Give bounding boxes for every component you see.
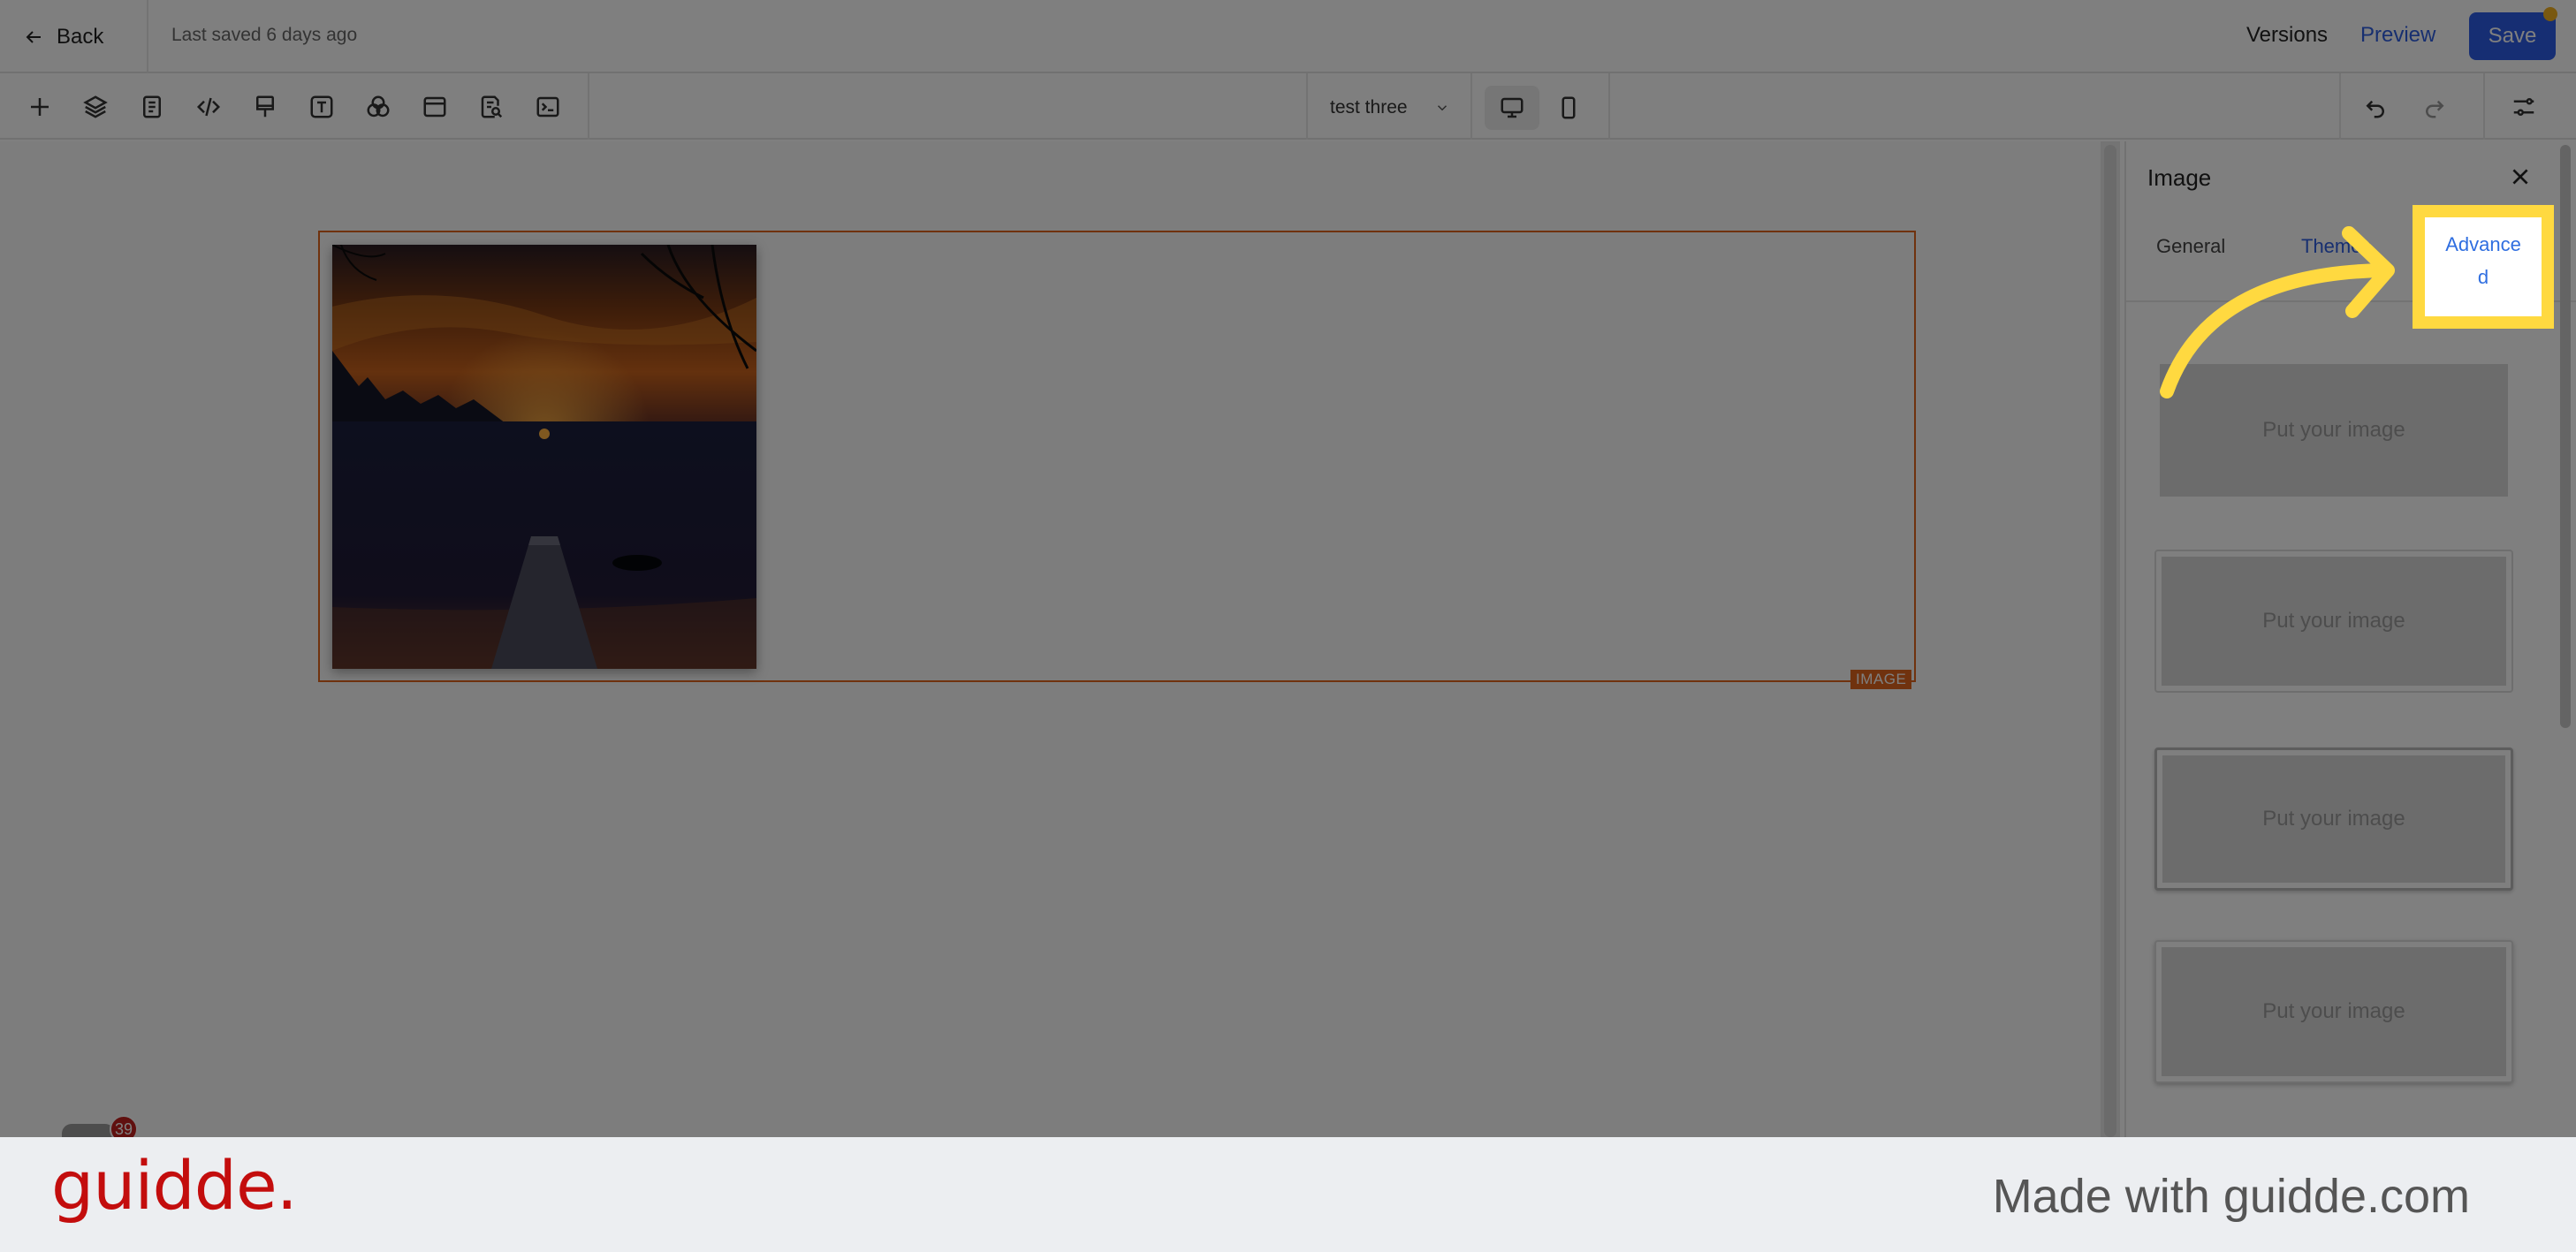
app-window: Back Last saved 6 days ago Versions Prev… bbox=[0, 0, 2576, 1137]
highlight-box bbox=[2413, 205, 2554, 329]
guidde-footer: guidde. Made with guidde.com bbox=[0, 1137, 2576, 1252]
tutorial-dim-overlay bbox=[0, 0, 2576, 1137]
made-with-text: Made with guidde.com bbox=[1992, 1170, 2470, 1223]
guidde-logo: guidde. bbox=[51, 1146, 298, 1225]
pointer-arrow-icon bbox=[2160, 226, 2395, 398]
